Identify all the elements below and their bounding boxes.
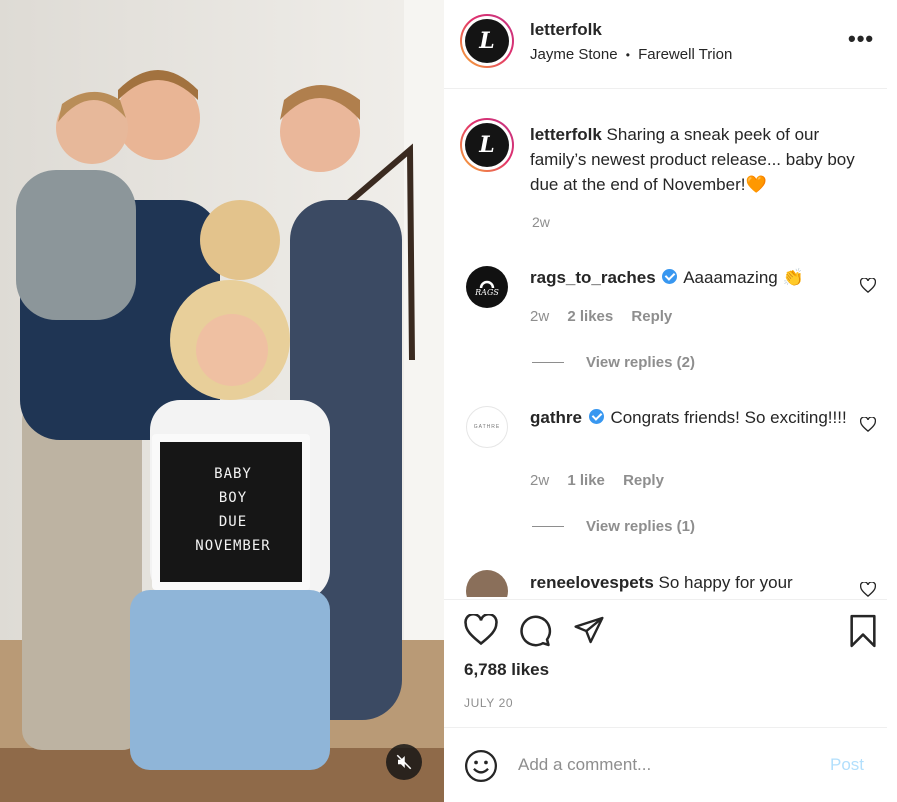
emoji-smiley-icon[interactable] [464,749,498,783]
like-comment-heart-icon[interactable] [860,417,876,432]
comment-timestamp[interactable]: 2w [530,308,549,325]
letterboard-line: NOVEMBER [195,538,271,554]
comment-text: Aaaamazing [683,268,778,287]
comment-input[interactable] [518,751,818,779]
post-caption: letterfolk Sharing a sneak peek of our f… [530,122,880,197]
letterboard-text: BABY BOY DUE NOVEMBER [160,462,306,558]
share-paper-plane-icon[interactable] [572,614,606,646]
caption-author-avatar[interactable]: L [460,118,514,172]
comment-likes[interactable]: 1 like [567,472,605,489]
mute-toggle-button[interactable] [386,744,422,780]
post-actions [464,614,884,650]
caption-avatar-logo: L [465,123,509,167]
verified-badge-icon [588,409,604,424]
speaker-muted-icon [396,754,412,770]
save-bookmark-icon[interactable] [848,614,878,648]
verified-badge-icon [662,269,678,284]
comment-body: gathre Congrats friends! So exciting!!!! [530,405,850,430]
commenter-avatar-text: RAGS [475,287,499,297]
view-replies-label: View replies (1) [586,518,695,535]
likes-count[interactable]: 6,788 likes [464,660,549,680]
heart-emoji: 🧡 [745,175,767,194]
author-avatar[interactable]: L [460,14,514,68]
rags-arch-icon [479,280,495,288]
comments-list[interactable]: RAGS rags_to_raches Aaaamazing 👏 2w 2 li… [444,240,897,597]
caption-timestamp[interactable]: 2w [532,214,550,230]
clap-emoji: 👏 [782,268,804,287]
like-comment-heart-icon[interactable] [860,582,876,597]
post-location[interactable]: Farewell Trion [638,46,732,63]
tagged-person[interactable]: Jayme Stone [530,46,618,63]
view-replies-label: View replies (2) [586,354,695,371]
header-divider [444,88,887,89]
comment-body: rags_to_raches Aaaamazing 👏 [530,265,850,290]
comment-timestamp[interactable]: 2w [530,472,549,489]
actions-divider [444,599,887,600]
comment-meta: 2w 1 like Reply [530,472,678,489]
post-media[interactable]: BABY BOY DUE NOVEMBER [0,0,444,802]
subtitle-separator: • [625,48,630,62]
commenter-avatar-text: GATHRE [473,424,501,430]
post-details-panel: L letterfolk Jayme Stone • Farewell Trio… [444,0,897,802]
commenter-avatar[interactable]: RAGS [466,266,508,308]
post-subtitle: Jayme Stone • Farewell Trion [530,46,732,63]
caption-username[interactable]: letterfolk [530,125,602,144]
commenter-avatar[interactable] [466,570,508,597]
comment-username[interactable]: reneelovespets [530,573,654,592]
view-replies-button[interactable]: View replies (2) [532,354,695,371]
comment-likes[interactable]: 2 likes [567,308,613,325]
add-comment-bar: Post [444,727,887,802]
reply-button[interactable]: Reply [631,308,672,325]
letterboard-line: DUE [218,514,248,530]
comment-username[interactable]: gathre [530,408,582,427]
family-photo [0,0,444,802]
like-comment-heart-icon[interactable] [860,278,876,293]
letterboard-line: BOY [218,490,248,506]
like-heart-icon[interactable] [464,614,498,646]
reply-button[interactable]: Reply [623,472,664,489]
replies-line [532,526,564,527]
comment-username[interactable]: rags_to_raches [530,268,656,287]
commenter-avatar[interactable]: GATHRE [466,406,508,448]
post-comment-button[interactable]: Post [830,755,864,775]
author-avatar-logo: L [465,19,509,63]
comment-text: Congrats friends! So exciting!!!! [610,408,847,427]
letterboard-line: BABY [214,466,252,482]
comment-meta: 2w 2 likes Reply [530,308,686,325]
view-replies-button[interactable]: View replies (1) [532,518,695,535]
comment-bubble-icon[interactable] [518,614,552,648]
comment-body: reneelovespets So happy for your [530,570,850,595]
author-username[interactable]: letterfolk [530,20,602,40]
replies-line [532,362,564,363]
more-options-icon[interactable]: ••• [848,26,874,52]
post-date[interactable]: JULY 20 [464,696,513,710]
comment-text: So happy for your [658,573,793,592]
